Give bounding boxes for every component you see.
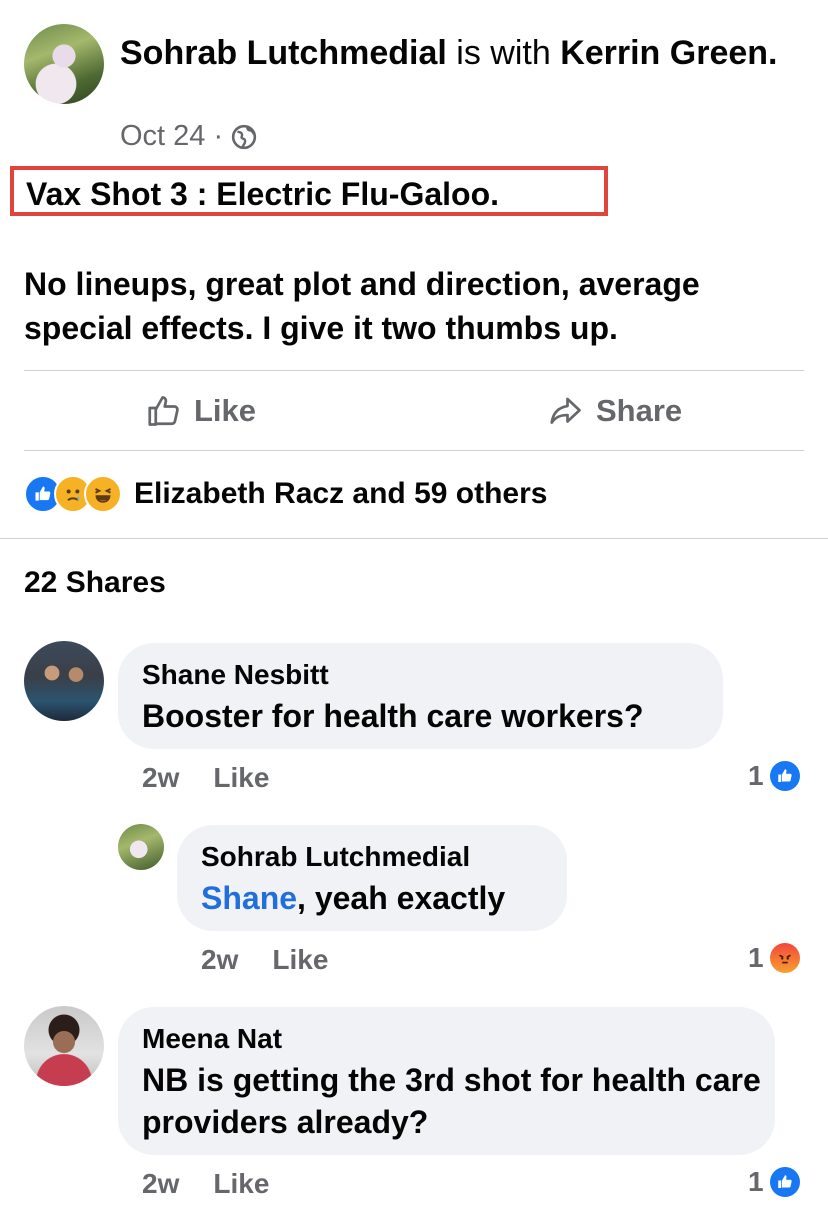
comment-reaction-count[interactable]: 1	[748, 1166, 800, 1198]
with-text: is with	[446, 34, 561, 72]
reactions-text: Elizabeth Racz and 59 others	[134, 477, 548, 510]
comment-like-button[interactable]: Like	[213, 762, 269, 794]
thumbs-up-outline-icon	[148, 396, 179, 426]
share-label: Share	[596, 393, 683, 428]
post-meta: Oct 24 ·	[120, 120, 257, 153]
comment-time[interactable]: 2w	[142, 762, 179, 794]
comment-meta: 2w Like	[201, 944, 328, 976]
globe-icon	[231, 124, 257, 149]
reaction-count: 1	[748, 1166, 764, 1197]
comment-like-button[interactable]: Like	[213, 1168, 269, 1200]
commenter-name[interactable]: Sohrab Lutchmedial	[201, 841, 470, 873]
comment-time[interactable]: 2w	[142, 1168, 179, 1200]
tagged-person-name[interactable]: Kerrin Green	[560, 34, 768, 72]
reaction-count: 1	[748, 760, 764, 791]
divider	[24, 370, 804, 371]
post-body: No lineups, great plot and direction, av…	[24, 266, 700, 346]
like-button[interactable]: Like	[146, 386, 256, 436]
post-header: Sohrab Lutchmedial is with Kerrin Green.	[120, 30, 800, 76]
comment-text: Booster for health care workers?	[142, 698, 644, 734]
shares-count[interactable]: 22 Shares	[24, 566, 166, 600]
comment-like-button[interactable]: Like	[272, 944, 328, 976]
reaction-count: 1	[748, 942, 764, 973]
like-label: Like	[194, 393, 257, 428]
post-title: Vax Shot 3 : Electric Flu-Galoo.	[26, 176, 499, 212]
comment-meta: 2w Like	[142, 1168, 269, 1200]
commenter-name[interactable]: Shane Nesbitt	[142, 659, 329, 691]
commenter-avatar[interactable]	[24, 641, 104, 721]
comment-reaction-count[interactable]: 1	[748, 760, 800, 792]
comment-meta: 2w Like	[142, 762, 269, 794]
comment-text: NB is getting the 3rd shot for health ca…	[142, 1062, 761, 1140]
meta-separator: ·	[213, 120, 224, 152]
share-arrow-icon	[550, 397, 581, 424]
commenter-avatar[interactable]	[118, 824, 164, 870]
mention-link[interactable]: Shane	[201, 880, 297, 916]
comment-time[interactable]: 2w	[201, 944, 238, 976]
like-reaction-icon	[769, 761, 800, 791]
comment-text-rest: , yeah exactly	[297, 880, 506, 916]
divider	[24, 450, 804, 451]
haha-reaction-icon	[84, 475, 122, 513]
post-date[interactable]: Oct 24	[120, 120, 205, 153]
comment-reaction-count[interactable]: 1	[748, 942, 800, 974]
post-author-avatar[interactable]	[24, 24, 104, 104]
commenter-name[interactable]: Meena Nat	[142, 1023, 282, 1055]
reactions-summary[interactable]: Elizabeth Racz and 59 others	[24, 475, 547, 513]
like-reaction-icon	[769, 1167, 800, 1197]
tagged-suffix: .	[768, 34, 778, 72]
divider	[0, 538, 828, 539]
angry-reaction-icon	[769, 943, 800, 973]
comment-text: Shane, yeah exactly	[201, 877, 505, 919]
share-button[interactable]: Share	[548, 386, 682, 436]
post-author-name[interactable]: Sohrab Lutchmedial	[120, 34, 447, 72]
commenter-avatar[interactable]	[24, 1006, 104, 1086]
